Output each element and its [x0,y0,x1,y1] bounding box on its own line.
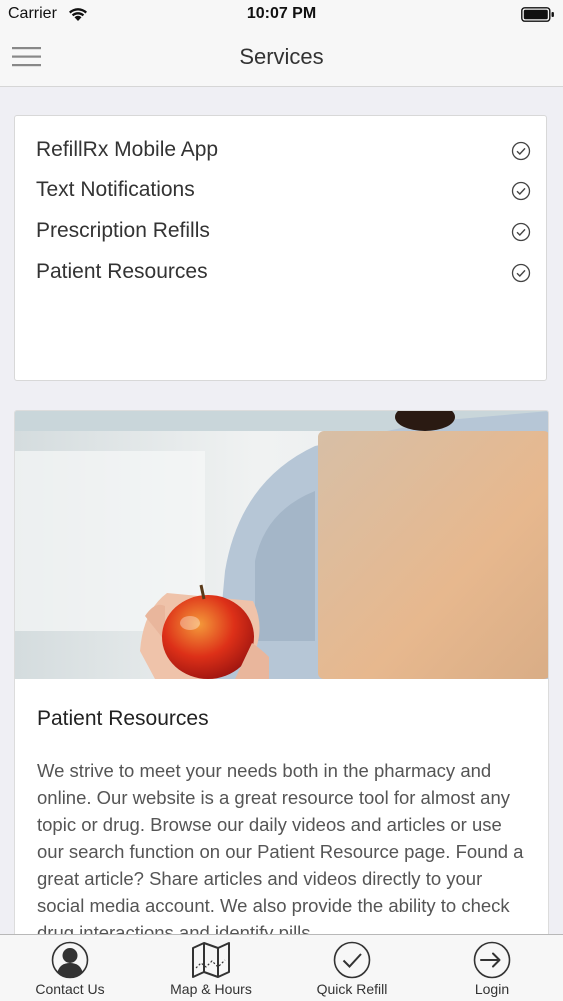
service-item-refillrx-mobile-app[interactable]: RefillRx Mobile App [36,138,531,166]
services-list-card: RefillRx Mobile App Text Notifications P… [14,115,547,381]
map-icon [192,942,230,978]
battery-icon [521,7,554,22]
tab-label: Contact Us [35,981,105,997]
tab-contact-us[interactable]: Contact Us [0,935,140,1001]
service-item-patient-resources[interactable]: Patient Resources [36,260,531,288]
status-bar: Carrier 10:07 PM [0,0,563,30]
tab-bar: Contact Us Map & Hours Quick Refill Logi… [0,934,563,1001]
page-title: Services [239,44,324,69]
service-label: Patient Resources [36,260,208,283]
patient-resources-card: Patient Resources We strive to meet your… [14,410,549,950]
service-label: RefillRx Mobile App [36,138,219,161]
check-circle-icon [511,181,531,201]
resource-description: We strive to meet your needs both in the… [37,760,524,943]
tab-label: Quick Refill [316,981,388,997]
tab-map-hours[interactable]: Map & Hours [141,935,281,1001]
check-circle-icon [333,941,371,979]
service-label: Text Notifications [36,178,195,201]
tab-quick-refill[interactable]: Quick Refill [282,935,422,1001]
navigation-bar: Services [0,30,563,87]
login-icon [473,941,511,979]
hero-image [15,411,548,679]
check-circle-icon [511,263,531,283]
service-item-text-notifications[interactable]: Text Notifications [36,178,531,206]
tab-label: Map & Hours [170,981,252,997]
person-icon [51,941,89,979]
check-circle-icon [511,141,531,161]
tab-login[interactable]: Login [422,935,562,1001]
service-label: Prescription Refills [36,219,210,242]
status-time: 10:07 PM [246,5,317,22]
service-item-prescription-refills[interactable]: Prescription Refills [36,219,531,247]
tab-label: Login [474,981,510,997]
resource-title: Patient Resources [37,707,209,730]
check-circle-icon [511,222,531,242]
